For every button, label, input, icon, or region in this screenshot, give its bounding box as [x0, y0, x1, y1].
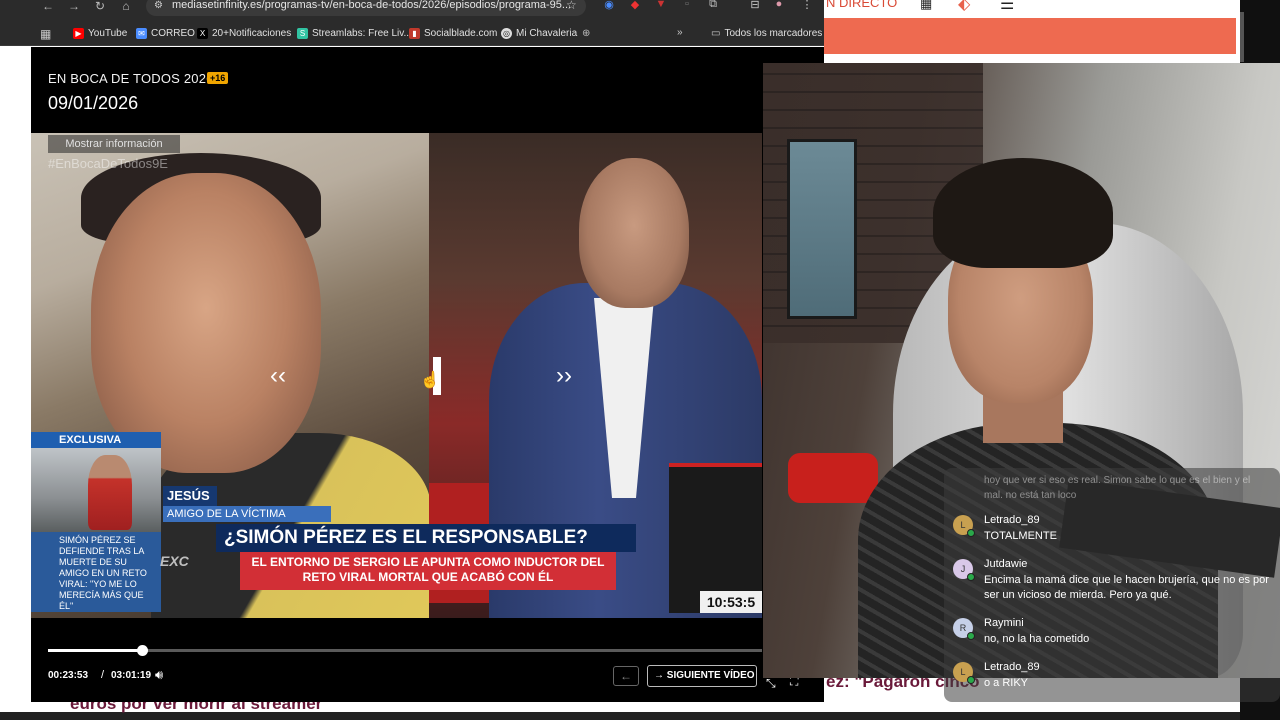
folder-icon: ▭ [711, 28, 721, 39]
extension-icon[interactable]: ▼ [654, 0, 668, 12]
badge-icon [967, 632, 975, 640]
progress-fill [48, 649, 142, 652]
forward-button[interactable]: ›› [556, 362, 572, 390]
site-info-icon[interactable]: ⚙ [154, 0, 163, 11]
badge-icon [967, 529, 975, 537]
next-video-label: SIGUIENTE VÍDEO [666, 670, 755, 681]
progress-handle[interactable] [137, 645, 148, 656]
exclusive-label: EXCLUSIVA [31, 432, 161, 448]
apps-grid-icon[interactable]: ▦ [920, 0, 934, 11]
previous-video-button[interactable]: ← [613, 666, 639, 686]
url-text[interactable]: mediasetinfinity.es/programas-tv/en-boca… [172, 0, 571, 11]
home-icon[interactable]: ⌂ [118, 0, 134, 16]
chat-username: Letrado_89 [984, 661, 1040, 673]
bookmark-label: Mi Chavaleria [516, 28, 578, 39]
bookmark-mi-chavaleria[interactable]: ◎ Mi Chavaleria [501, 28, 577, 39]
scrollbar-thumb[interactable] [1240, 12, 1244, 62]
link-icon: ◎ [501, 28, 512, 39]
apps-icon[interactable]: ▦ [40, 27, 51, 41]
time-separator: / [101, 669, 105, 681]
bookmark-star-icon[interactable]: ☆ [566, 0, 577, 12]
bookmark-label: 20+Notificaciones [212, 28, 292, 39]
youtube-icon: ▶ [73, 28, 84, 39]
chat-text: Encima la mamá dice que le hacen brujerí… [984, 574, 1269, 601]
chat-username: Letrado_89 [984, 514, 1040, 526]
volume-icon[interactable]: 🔊︎ [155, 667, 163, 683]
chat-username: Raymini [984, 617, 1024, 629]
streamlabs-icon: S [297, 28, 308, 39]
news-headline: ¿SIMÓN PÉREZ ES EL RESPONSABLE? [216, 524, 636, 552]
site-accent-bar [824, 18, 1236, 54]
bookmark-label: YouTube [88, 28, 128, 39]
exclusive-band: EXC [160, 551, 240, 595]
chat-username: Jutdawie [984, 558, 1028, 570]
extension-icon[interactable]: ◆ [628, 0, 642, 12]
back-icon[interactable]: ← [40, 0, 56, 16]
total-time: 03:01:19 [111, 670, 152, 681]
pip-icon[interactable]: ⤡ [766, 676, 776, 691]
tv-screen [787, 139, 857, 319]
extension-icon[interactable]: ◉ [602, 0, 616, 12]
exclusive-person [88, 455, 132, 530]
broadcast-clock: 10:53:5 [700, 591, 762, 613]
show-title: EN BOCA DE TODOS 2026 [48, 71, 214, 86]
reload-icon[interactable]: ↻ [92, 0, 108, 16]
presenter-head [579, 158, 689, 308]
profile-avatar[interactable]: ● [772, 0, 786, 12]
live-link[interactable]: N DIRECTO [826, 0, 897, 10]
episode-date: 09/01/2026 [48, 93, 139, 113]
arrow-right-icon: → [654, 670, 667, 681]
bookmark-socialblade[interactable]: ▮ Socialblade.com [409, 28, 497, 39]
chat-text: TOTALMENTE [984, 530, 1057, 542]
extension-icon[interactable]: ▫ [680, 0, 694, 12]
hashtag-overlay: #EnBocaDeTodos9E [48, 156, 168, 171]
more-bookmarks-icon[interactable]: » [677, 27, 683, 38]
bookmark-streamlabs[interactable]: S Streamlabs: Free Liv... [297, 28, 412, 39]
chat-faded-message: hoy que ver si eso es real. Simon sabe l… [984, 475, 1251, 501]
mail-icon: ✉ [136, 28, 147, 39]
x-icon: X [197, 28, 208, 39]
bookmark-label: Streamlabs: Free Liv... [312, 28, 412, 39]
globe-icon[interactable]: ⊕ [582, 28, 590, 39]
badge-icon [967, 573, 975, 581]
bookmark-youtube[interactable]: ▶ YouTube [73, 28, 127, 39]
chat-text: no, no la ha cometido [984, 633, 1090, 645]
next-video-button[interactable]: → SIGUIENTE VÍDEO [647, 665, 757, 687]
socialblade-icon: ▮ [409, 28, 420, 39]
show-info-button[interactable]: Mostrar información [48, 135, 180, 153]
browser-menu-icon[interactable]: ⋮ [800, 0, 814, 12]
cursor-icon: ☝ [420, 372, 440, 389]
exclusive-band-text: EXC [160, 553, 189, 569]
current-time: 00:23:53 [48, 670, 89, 681]
person-role: AMIGO DE LA VÍCTIMA [163, 506, 331, 522]
all-bookmarks-label: Todos los marcadores [724, 28, 823, 39]
tag-icon[interactable]: ⬖ [958, 0, 970, 14]
menu-icon[interactable]: ☰ [1000, 0, 1014, 14]
bookmark-label: Socialblade.com [424, 28, 498, 39]
chat-text: o a RIKY [984, 677, 1029, 689]
bookmark-x-notifications[interactable]: X 20+Notificaciones [197, 28, 291, 39]
red-object [788, 453, 878, 503]
all-bookmarks[interactable]: ▭ Todos los marcadores [711, 28, 822, 39]
badge-icon [967, 676, 975, 684]
age-rating-badge: +16 [207, 72, 229, 84]
forward-icon[interactable]: → [66, 0, 82, 16]
progress-track[interactable] [48, 649, 762, 652]
bookmark-label: CORREO [151, 28, 195, 39]
streamer-hair [933, 158, 1113, 268]
news-subheadline: EL ENTORNO DE SERGIO LE APUNTA COMO INDU… [240, 552, 616, 590]
video-subject-face [91, 173, 321, 473]
bookmark-correo[interactable]: ✉ CORREO [136, 28, 195, 39]
person-name: JESÚS [163, 486, 217, 506]
extension-icon[interactable]: ⊟ [748, 0, 762, 12]
rewind-button[interactable]: ‹‹ [270, 362, 286, 390]
exclusive-description: SIMÓN PÉREZ SE DEFIENDE TRAS LA MUERTE D… [31, 532, 161, 612]
extensions-puzzle-icon[interactable]: ⧉ [706, 0, 720, 12]
